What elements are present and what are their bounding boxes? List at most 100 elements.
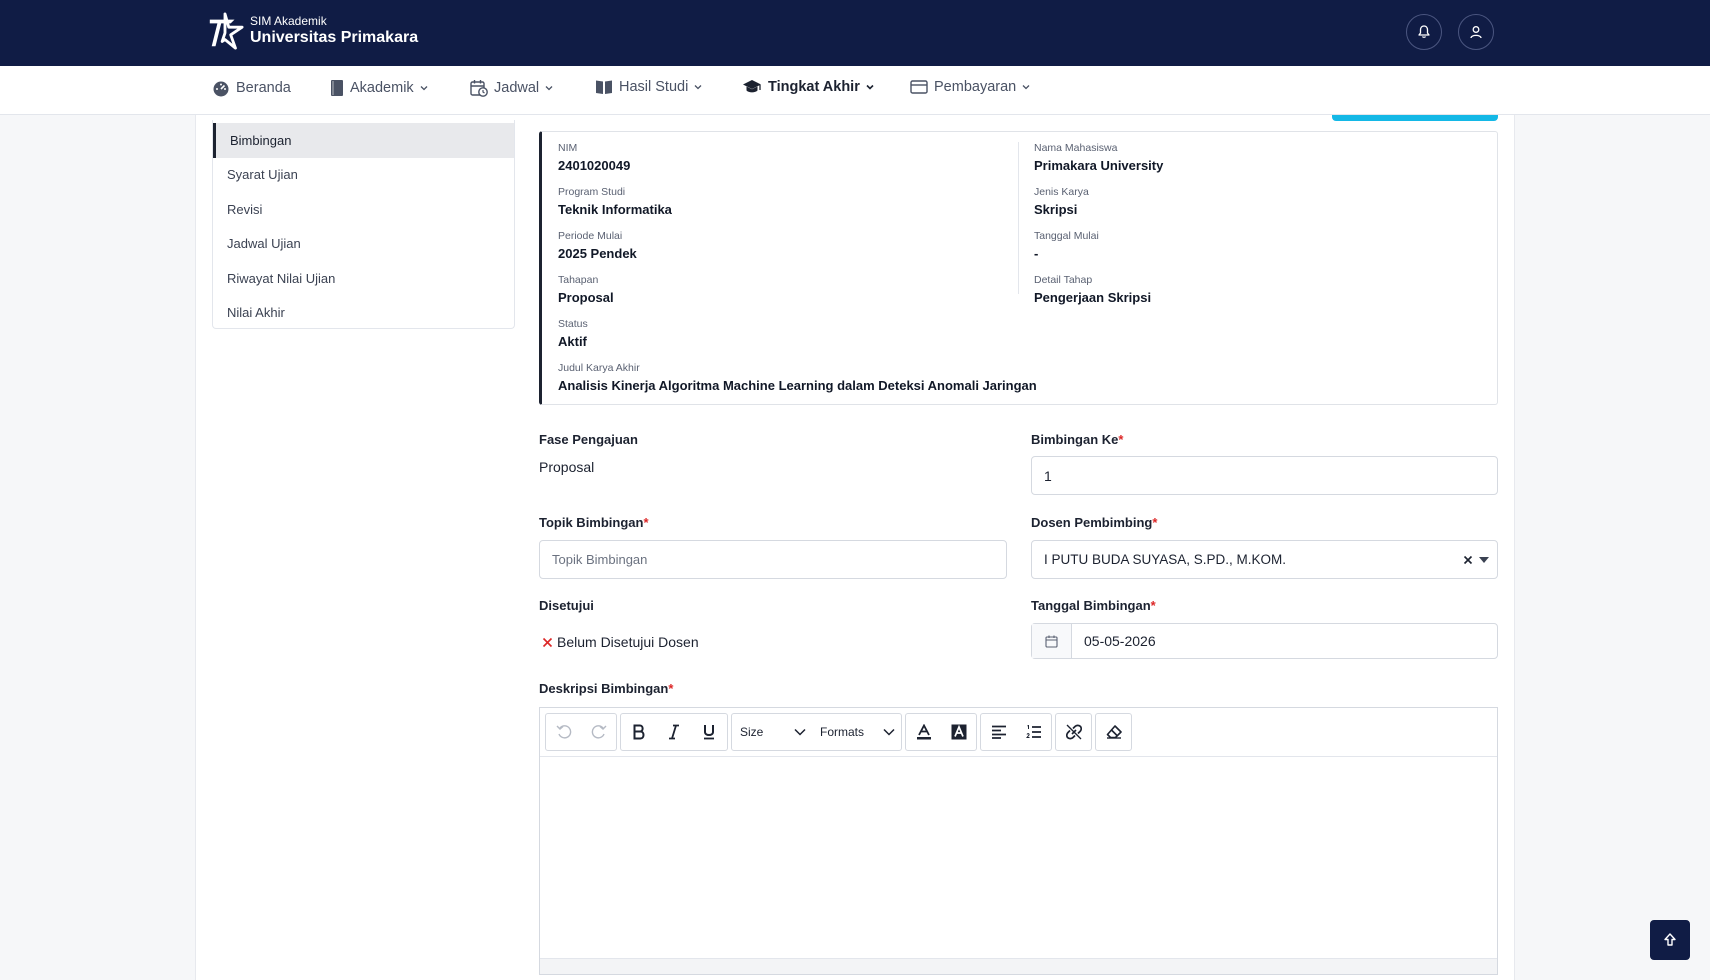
dosen-label: Dosen Pembimbing* bbox=[1031, 515, 1157, 530]
student-info-card: NIM 2401020049 Nama Mahasiswa Primakara … bbox=[539, 131, 1498, 405]
dashboard-icon bbox=[213, 81, 229, 97]
dosen-pembimbing-select[interactable]: I PUTU BUDA SUYASA, S.PD., M.KOM. bbox=[1031, 540, 1498, 579]
size-select-label: Size bbox=[740, 725, 764, 739]
nav-jadwal[interactable]: Jadwal bbox=[470, 79, 554, 97]
required-mark: * bbox=[668, 681, 674, 696]
detail-tahap-value: Pengerjaan Skripsi bbox=[1034, 290, 1152, 305]
field-prodi: Program Studi Teknik Informatika bbox=[558, 186, 672, 219]
chevron-down-icon bbox=[883, 728, 895, 736]
formats-select-label: Formats bbox=[820, 725, 865, 739]
color-group bbox=[905, 713, 977, 751]
undo-button[interactable] bbox=[546, 714, 581, 750]
link-button[interactable] bbox=[1056, 714, 1091, 750]
nav-hasil-studi-label: Hasil Studi bbox=[619, 79, 689, 95]
align-button[interactable] bbox=[981, 714, 1016, 750]
caret-down-icon bbox=[1479, 557, 1489, 563]
topik-bimbingan-input[interactable]: Topik Bimbingan bbox=[539, 540, 1007, 579]
jenis-label: Jenis Karya bbox=[1034, 186, 1089, 198]
profile-button[interactable] bbox=[1458, 14, 1494, 50]
italic-button[interactable] bbox=[656, 714, 691, 750]
sidebar-item-riwayat-nilai-ujian[interactable]: Riwayat Nilai Ujian bbox=[213, 261, 514, 296]
select-group: Size Formats bbox=[731, 713, 902, 751]
required-mark: * bbox=[1118, 432, 1124, 447]
brand[interactable]: SIM Akademik Universitas Primakara bbox=[206, 12, 418, 50]
clear-format-button[interactable] bbox=[1096, 714, 1131, 750]
deskripsi-label: Deskripsi Bimbingan* bbox=[539, 681, 673, 696]
clear-icon[interactable] bbox=[1463, 555, 1473, 565]
deskripsi-label-text: Deskripsi Bimbingan bbox=[539, 681, 669, 696]
tahapan-value: Proposal bbox=[558, 290, 614, 305]
topik-placeholder: Topik Bimbingan bbox=[552, 552, 648, 567]
calendar-addon[interactable] bbox=[1032, 624, 1072, 658]
editor-statusbar bbox=[540, 958, 1497, 974]
background-color-button[interactable] bbox=[941, 714, 976, 750]
tanggal-bimbingan-input[interactable]: 05-05-2026 bbox=[1031, 623, 1498, 659]
tahapan-label: Tahapan bbox=[558, 274, 599, 286]
nav-tingkat-akhir-label: Tingkat Akhir bbox=[768, 79, 860, 95]
paragraph-group bbox=[980, 713, 1052, 751]
status-label: Status bbox=[558, 318, 588, 330]
sidebar-item-bimbingan[interactable]: Bimbingan bbox=[213, 123, 514, 158]
field-status: Status Aktif bbox=[558, 318, 588, 351]
periode-label: Periode Mulai bbox=[558, 230, 623, 242]
judul-label: Judul Karya Akhir bbox=[558, 362, 640, 374]
judul-value: Analisis Kinerja Algoritma Machine Learn… bbox=[558, 378, 1037, 393]
detail-tahap-label: Detail Tahap bbox=[1034, 274, 1093, 286]
dosen-value: I PUTU BUDA SUYASA, S.PD., M.KOM. bbox=[1044, 552, 1287, 567]
bimbingan-ke-input[interactable]: 1 bbox=[1031, 456, 1498, 495]
nav-akademik[interactable]: Akademik bbox=[330, 79, 429, 97]
dosen-label-text: Dosen Pembimbing bbox=[1031, 515, 1153, 530]
formats-select[interactable]: Formats bbox=[812, 714, 901, 750]
bimbingan-ke-label: Bimbingan Ke* bbox=[1031, 432, 1123, 447]
tanggal-label-text: Tanggal Bimbingan bbox=[1031, 598, 1151, 613]
sidebar-item-nilai-akhir[interactable]: Nilai Akhir bbox=[213, 296, 514, 331]
bimbingan-ke-value: 1 bbox=[1044, 467, 1052, 484]
card-icon bbox=[910, 80, 928, 94]
notification-button[interactable] bbox=[1406, 14, 1442, 50]
size-select[interactable]: Size bbox=[732, 714, 812, 750]
eraser-icon bbox=[1106, 725, 1122, 739]
text-color-button[interactable] bbox=[906, 714, 941, 750]
disetujui-label: Disetujui bbox=[539, 598, 594, 613]
chevron-down-icon bbox=[420, 86, 428, 91]
book-icon bbox=[331, 80, 343, 96]
clear-format-group bbox=[1095, 713, 1132, 751]
nav-hasil-studi[interactable]: Hasil Studi bbox=[595, 79, 703, 95]
chevron-down-icon bbox=[866, 84, 874, 90]
nav-beranda[interactable]: Beranda bbox=[212, 79, 291, 97]
undo-icon bbox=[556, 725, 571, 739]
periode-value: 2025 Pendek bbox=[558, 246, 637, 261]
chevron-down-icon bbox=[794, 728, 806, 736]
main-nav: Beranda Akademik Jadwal Hasil Studi Ting… bbox=[0, 66, 1710, 115]
nim-value: 2401020049 bbox=[558, 158, 631, 173]
editor-body[interactable] bbox=[540, 757, 1497, 958]
open-book-icon bbox=[596, 80, 612, 94]
app-title: Universitas Primakara bbox=[250, 29, 419, 46]
graduation-cap-icon bbox=[743, 80, 761, 93]
action-button-edge[interactable] bbox=[1332, 115, 1498, 121]
underline-button[interactable] bbox=[692, 714, 727, 750]
calendar-clock-icon bbox=[470, 80, 488, 97]
fase-label: Fase Pengajuan bbox=[539, 432, 638, 447]
nav-pembayaran[interactable]: Pembayaran bbox=[910, 79, 1031, 95]
text-color-icon bbox=[916, 724, 931, 740]
list-button[interactable] bbox=[1016, 714, 1051, 750]
user-icon bbox=[1470, 26, 1482, 39]
scroll-to-top-button[interactable] bbox=[1650, 920, 1690, 960]
fase-value: Proposal bbox=[539, 459, 595, 475]
tanggal-value: 05-05-2026 bbox=[1084, 633, 1156, 649]
arrow-up-icon bbox=[1664, 933, 1676, 946]
nav-tingkat-akhir[interactable]: Tingkat Akhir bbox=[742, 79, 875, 95]
redo-button[interactable] bbox=[581, 714, 616, 750]
field-judul: Judul Karya Akhir Analisis Kinerja Algor… bbox=[558, 362, 1037, 395]
sidebar-item-jadwal-ujian[interactable]: Jadwal Ujian bbox=[213, 227, 514, 262]
sidebar-item-syarat-ujian[interactable]: Syarat Ujian bbox=[213, 158, 514, 193]
bold-button[interactable] bbox=[621, 714, 656, 750]
top-bar: SIM Akademik Universitas Primakara bbox=[0, 0, 1710, 66]
tanggal-label: Tanggal Bimbingan* bbox=[1031, 598, 1156, 613]
chevron-down-icon bbox=[1022, 85, 1030, 90]
sidebar-item-revisi[interactable]: Revisi bbox=[213, 192, 514, 227]
bold-icon bbox=[633, 724, 645, 740]
field-periode: Periode Mulai 2025 Pendek bbox=[558, 230, 637, 263]
prodi-value: Teknik Informatika bbox=[558, 202, 672, 217]
